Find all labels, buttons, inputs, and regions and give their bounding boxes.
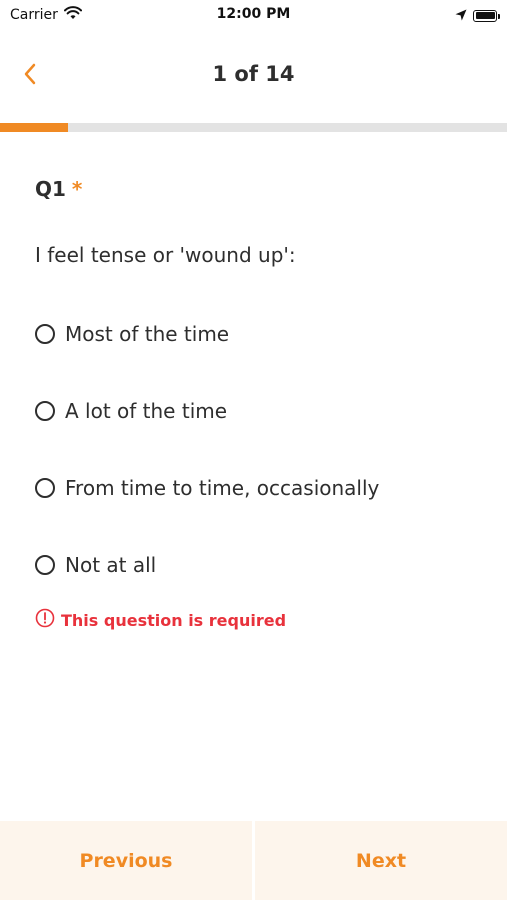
progress-fill: [0, 123, 68, 132]
option-from-time-to-time[interactable]: From time to time, occasionally: [35, 468, 485, 508]
radio-button[interactable]: [35, 324, 55, 344]
battery-icon: [473, 9, 500, 22]
page-title: 1 of 14: [212, 62, 295, 86]
next-button[interactable]: Next: [255, 821, 507, 900]
option-a-lot-of-the-time[interactable]: A lot of the time: [35, 391, 485, 431]
answer-options: Most of the time A lot of the time From …: [35, 314, 485, 622]
location-arrow-icon: [455, 6, 467, 25]
option-label: A lot of the time: [65, 399, 228, 423]
option-not-at-all[interactable]: Not at all: [35, 545, 485, 585]
option-most-of-the-time[interactable]: Most of the time: [35, 314, 485, 354]
question-id-label: Q1: [35, 177, 66, 201]
status-right-icons: [455, 6, 500, 25]
validation-error: This question is required: [35, 608, 286, 632]
radio-button[interactable]: [35, 555, 55, 575]
nav-bar: 1 of 14: [0, 44, 507, 108]
radio-button[interactable]: [35, 478, 55, 498]
previous-button[interactable]: Previous: [0, 821, 252, 900]
status-time: 12:00 PM: [216, 6, 291, 22]
required-marker: *: [71, 177, 83, 201]
footer-nav: Previous Next: [0, 821, 507, 900]
status-bar: Carrier 12:00 PM: [0, 0, 507, 30]
error-message: This question is required: [61, 610, 287, 630]
question-text: I feel tense or 'wound up':: [35, 243, 296, 267]
question-number: Q1 *: [35, 177, 82, 201]
progress-bar: [0, 123, 507, 132]
option-label: Most of the time: [65, 322, 230, 346]
option-label: From time to time, occasionally: [65, 476, 380, 500]
alert-circle-icon: [35, 608, 55, 632]
option-label: Not at all: [65, 553, 157, 577]
radio-button[interactable]: [35, 401, 55, 421]
